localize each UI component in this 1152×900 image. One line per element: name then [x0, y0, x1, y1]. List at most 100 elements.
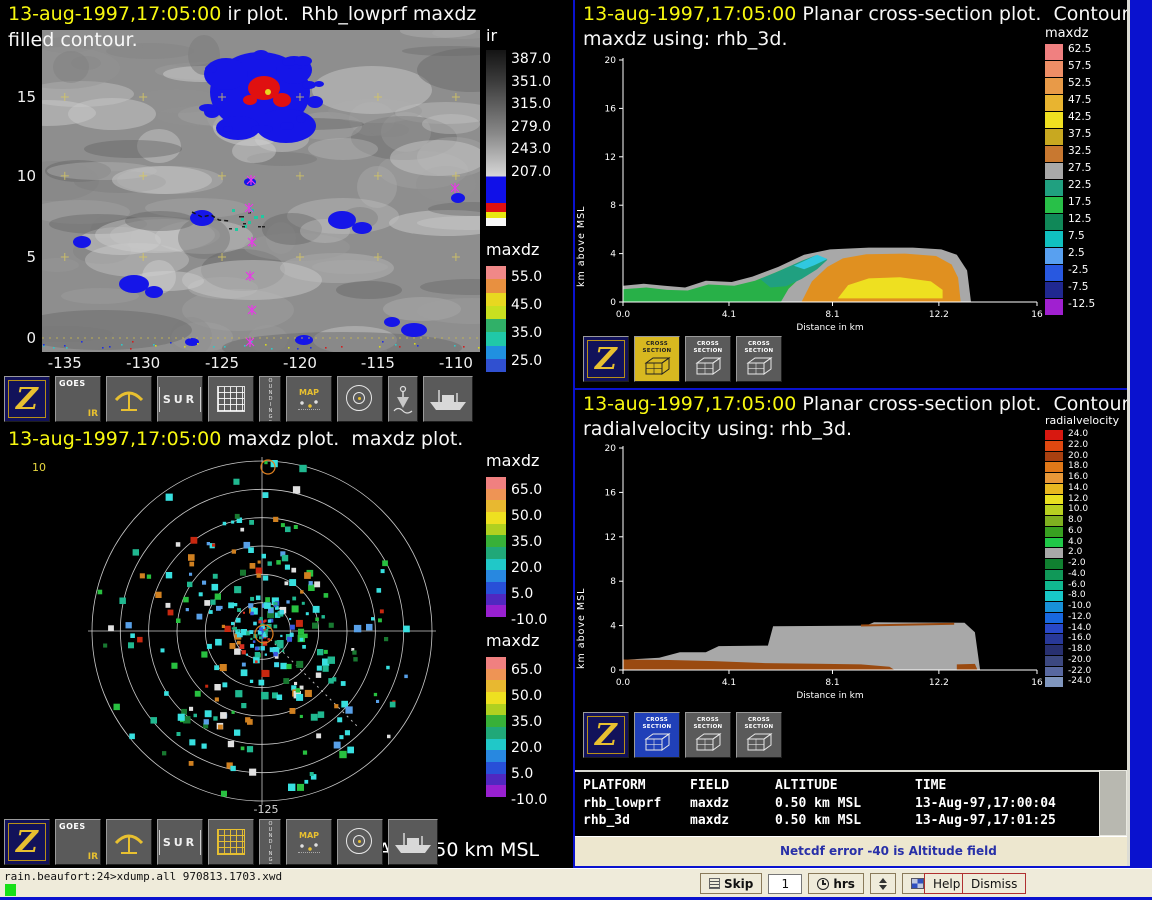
ppi-radar-display[interactable]: 10-125	[6, 455, 482, 819]
range-rings-button[interactable]	[337, 376, 383, 422]
grid-button[interactable]	[208, 819, 254, 865]
grid-button[interactable]	[208, 376, 254, 422]
ir-title-line2: filled contour.	[8, 29, 138, 51]
cross-section-2-button[interactable]: CROSSSECTION	[685, 712, 731, 758]
table-scrollbar[interactable]	[1099, 770, 1127, 836]
ir-plot-title: 13-aug-1997,17:05:00 ir plot. Rhb_lowprf…	[8, 3, 476, 25]
cross-section-1-button[interactable]: CROSSSECTION	[634, 336, 680, 382]
table-cell: 13-Aug-97,17:00:04	[915, 796, 1056, 811]
colorbar-cell	[1045, 129, 1063, 145]
cross-section-3-button[interactable]: CROSSSECTION	[736, 712, 782, 758]
zebra-logo-button[interactable]: Z	[4, 819, 50, 865]
colorbar-tick: 2.5	[1068, 247, 1085, 259]
colorbar-cell	[486, 727, 506, 739]
goes-ir-button[interactable]: GOESIR	[55, 819, 101, 865]
lon-tick: -125	[200, 354, 244, 372]
radar-dish-button[interactable]	[106, 819, 152, 865]
ir-title-text: ir plot. Rhb_lowprf maxdz	[221, 3, 476, 25]
colorbar-tick: 20.0	[511, 740, 542, 756]
colorbar-tick: -2.0	[1068, 558, 1086, 568]
radar-dish-button[interactable]	[106, 376, 152, 422]
colorbar-cell	[486, 605, 506, 617]
platform-row[interactable]: rhb_3dmaxdz0.50 km MSL13-Aug-97,17:01:25	[575, 813, 1099, 829]
colorbar-cell	[1045, 538, 1063, 548]
xs1-title-line2: maxdz using: rhb_3d.	[583, 28, 788, 50]
map-button[interactable]: MAP	[286, 819, 332, 865]
skip-button[interactable]: Skip	[700, 873, 762, 894]
shell-prompt[interactable]: rain.beaufort:24>xdump.all 970813.1703.x…	[4, 870, 282, 883]
colorbar-tick: 35.0	[511, 714, 542, 730]
time-step-input[interactable]: 1	[768, 874, 802, 894]
colorbar-tick: -8.0	[1068, 590, 1086, 600]
colorbar	[486, 266, 506, 372]
goes-satellite-icon: GOESIR	[56, 377, 100, 421]
colorbar-cell	[1045, 462, 1063, 472]
colorbar-tick: -12.0	[1068, 612, 1091, 622]
colorbar-tick: 50.0	[511, 508, 542, 524]
table-header-row: PLATFORMFIELDALTITUDETIME	[575, 778, 1099, 794]
zebra-logo-button[interactable]: Z	[4, 376, 50, 422]
zebra-logo-button[interactable]: Z	[583, 712, 629, 758]
hours-button[interactable]: hrs	[808, 873, 864, 894]
colorbar-cell	[486, 266, 506, 279]
svg-text:0: 0	[610, 666, 616, 676]
colorbar-tick: -24.0	[1068, 676, 1091, 686]
colorbar-tick: 243.0	[511, 141, 551, 157]
cross-section-cube-icon	[745, 732, 773, 753]
grid-icon	[217, 829, 245, 855]
goes-satellite-icon: GOESIR	[56, 820, 100, 864]
colorbar-tick: 55.0	[511, 269, 542, 285]
ship-button[interactable]	[388, 819, 438, 865]
xs2-title: 13-aug-1997,17:05:00 Planar cross-sectio…	[583, 393, 1127, 415]
colorbar-tick: 16.0	[1068, 472, 1088, 482]
clock-icon	[817, 878, 829, 890]
colorbar-tick: -10.0	[1068, 601, 1091, 611]
hrs-label: hrs	[833, 877, 855, 891]
range-rings-button[interactable]	[337, 819, 383, 865]
cross-section-3-button[interactable]: CROSSSECTION	[736, 336, 782, 382]
cross-section-1-button[interactable]: CROSSSECTION	[634, 712, 680, 758]
platform-row[interactable]: rhb_lowprfmaxdz0.50 km MSL13-Aug-97,17:0…	[575, 796, 1099, 812]
colorbar-cell	[1045, 495, 1063, 505]
svg-text:20: 20	[605, 56, 617, 66]
soundings-button[interactable]: SOUNDINGS	[259, 376, 281, 422]
colorbar-cell	[1045, 180, 1063, 196]
colorbar	[486, 50, 506, 226]
surface-button[interactable]: SUR	[157, 376, 203, 422]
colorbar-cell	[1045, 112, 1063, 128]
longitude-label: -125	[254, 803, 279, 816]
goes-ir-button[interactable]: GOESIR	[55, 376, 101, 422]
velocity-cross-section-plot[interactable]: 0481216200.04.18.112.216Distance in km	[591, 438, 1043, 706]
svg-text:12: 12	[605, 533, 616, 543]
colorbar-tick: 24.0	[1068, 429, 1088, 439]
colorbar-cell	[1045, 613, 1063, 623]
column-header: TIME	[915, 778, 946, 793]
colorbar-cell	[1045, 441, 1063, 451]
colorbar-tick: 14.0	[1068, 483, 1088, 493]
soundings-button[interactable]: SOUNDINGS	[259, 819, 281, 865]
buoy-icon	[392, 384, 414, 414]
colorbar-tick: -20.0	[1068, 655, 1091, 665]
ship-button[interactable]	[423, 376, 473, 422]
lon-tick: -120	[278, 354, 322, 372]
colorbar-cell	[1045, 548, 1063, 558]
map-button[interactable]: MAP	[286, 376, 332, 422]
zebra-logo-button[interactable]: Z	[583, 336, 629, 382]
colorbar-cell	[1045, 591, 1063, 601]
spinner-button[interactable]	[870, 873, 896, 894]
colorbar-label: radialvelocity	[1045, 414, 1119, 427]
colorbar-tick: 35.0	[511, 534, 542, 550]
colorbar-tick: -12.5	[1068, 298, 1095, 310]
cross-section-2-button[interactable]: CROSSSECTION	[685, 336, 731, 382]
colorbar-label: maxdz	[486, 631, 539, 650]
background-window-strip: Netcdf error -40 is Altitude field	[575, 836, 1127, 866]
ship-icon	[392, 828, 434, 856]
satellite-image[interactable]	[42, 30, 480, 352]
buoy-button[interactable]	[388, 376, 418, 422]
maxdz-cross-section-plot[interactable]: 0481216200.04.18.112.216Distance in km	[591, 50, 1043, 334]
svg-text:Distance in km: Distance in km	[796, 323, 863, 333]
colorbar-tick: 35.0	[511, 325, 542, 341]
surface-button[interactable]: SUR	[157, 819, 203, 865]
colorbar-cell	[1045, 559, 1063, 569]
dismiss-button[interactable]: Dismiss	[962, 873, 1026, 894]
